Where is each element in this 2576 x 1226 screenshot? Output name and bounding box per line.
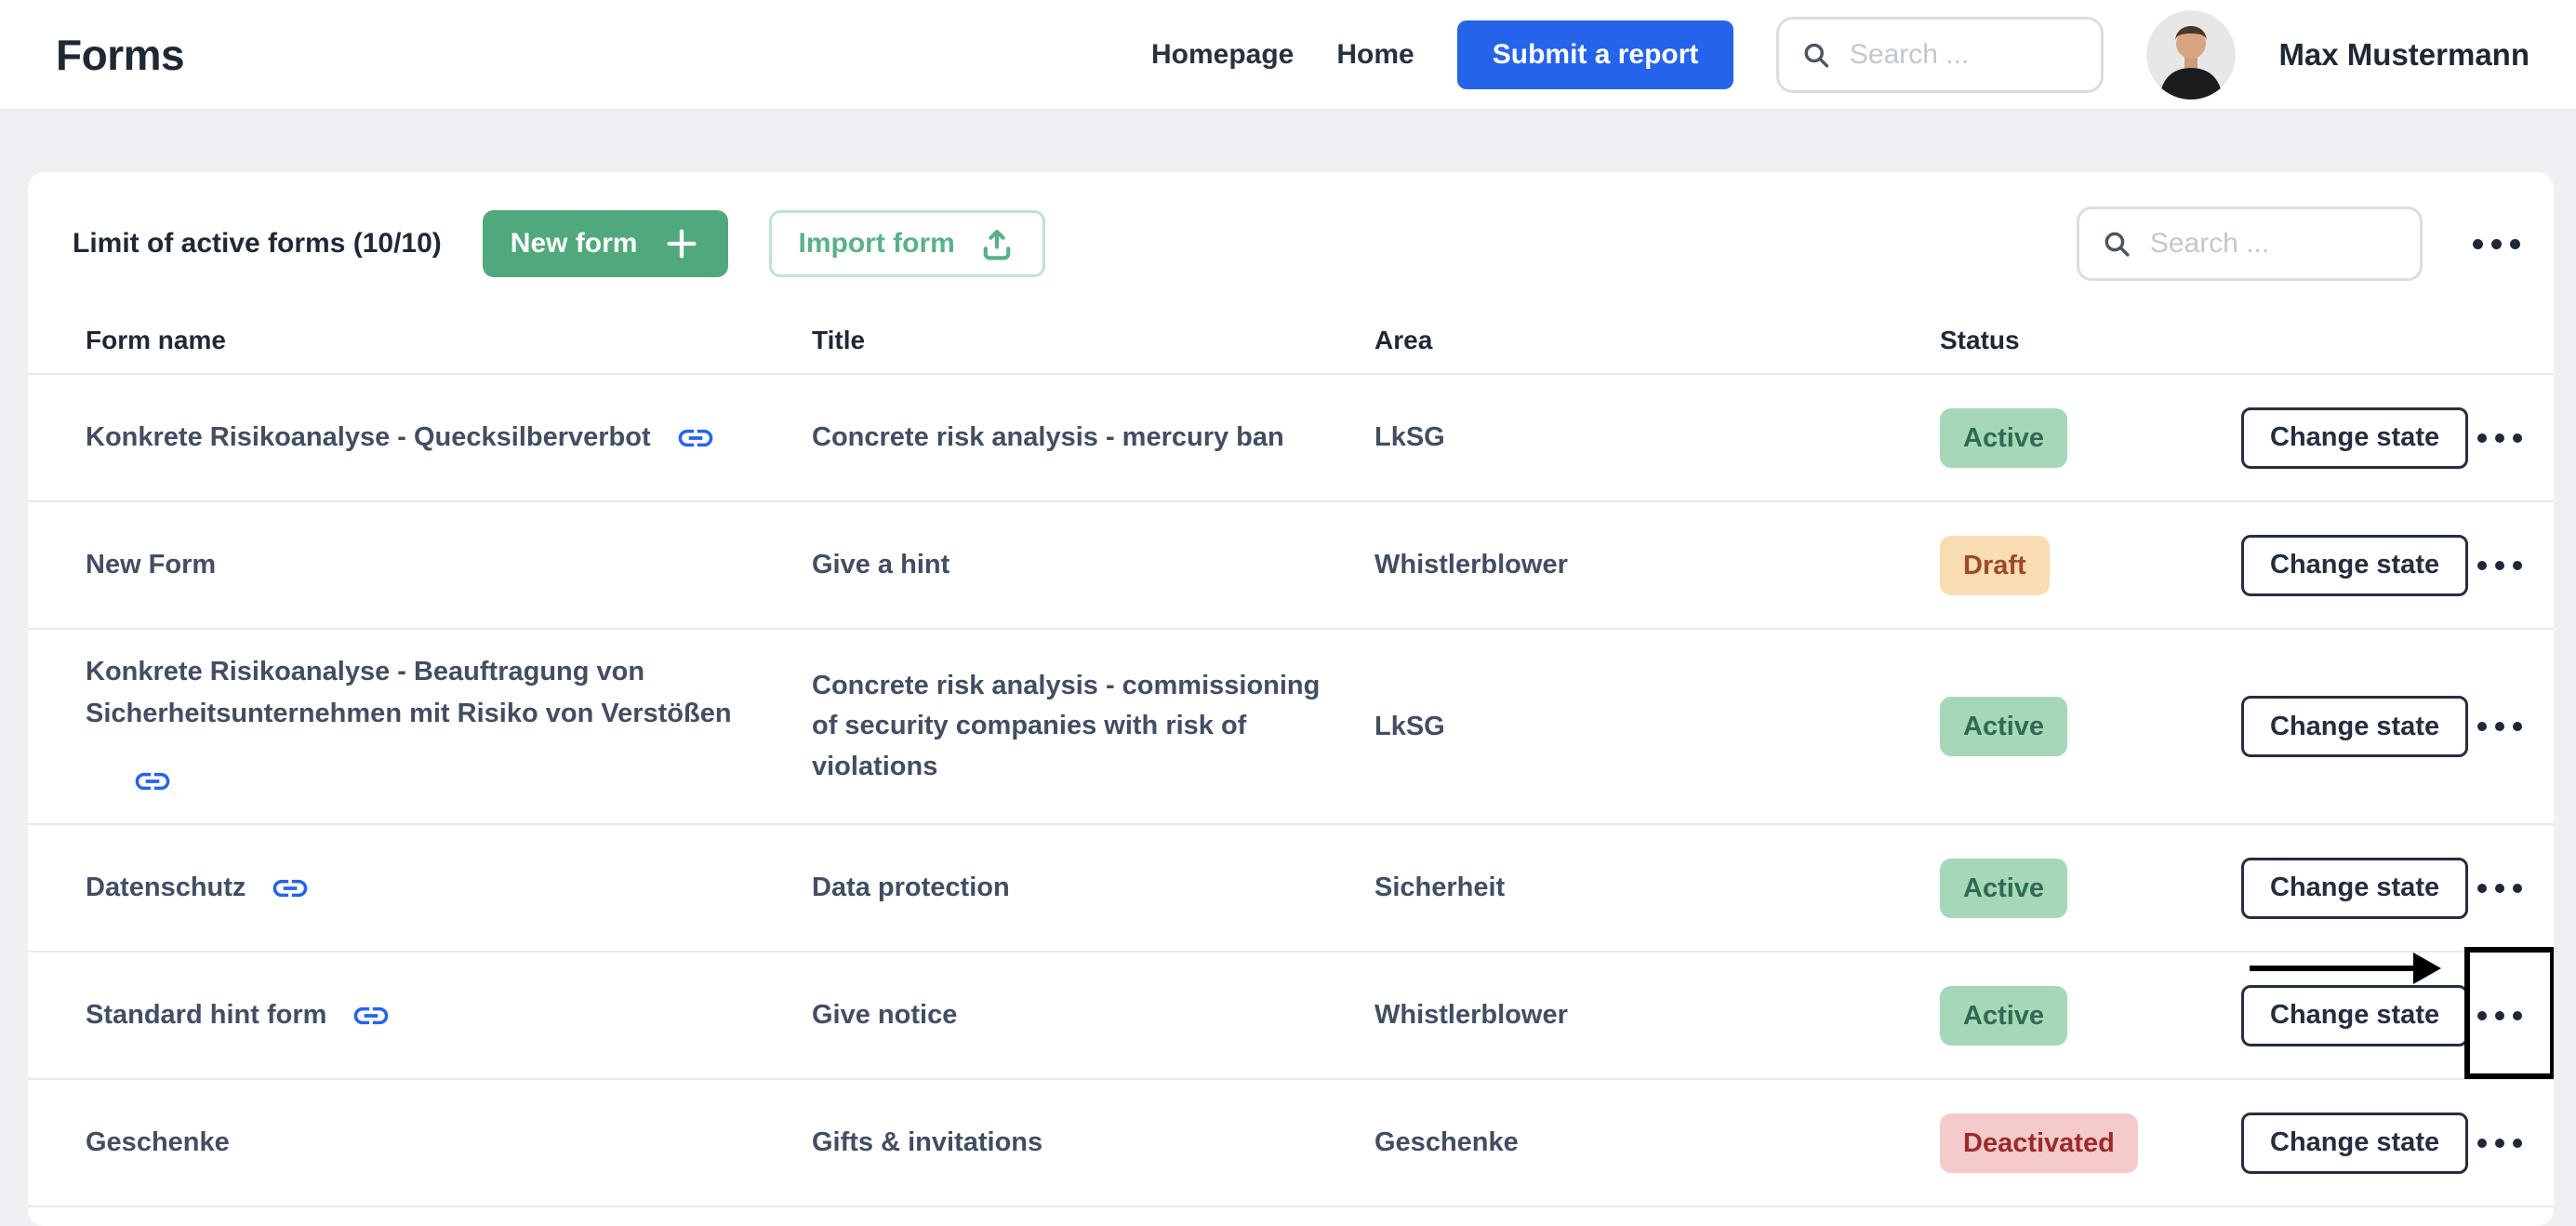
table-body: Konkrete Risikoanalyse - Quecksilberverb… — [28, 375, 2554, 1207]
form-name-cell: Standard hint form — [86, 994, 812, 1036]
nav-home[interactable]: Home — [1336, 39, 1414, 71]
avatar[interactable] — [2146, 10, 2236, 100]
link-icon — [270, 868, 311, 909]
table-row: Standard hint form Give noticeWhistlerblo… — [28, 953, 2554, 1080]
form-name-cell: Konkrete Risikoanalyse - Beauftragung vo… — [86, 651, 812, 802]
annotation-arrow — [2250, 953, 2441, 984]
col-status: Status — [1940, 326, 2241, 355]
form-area: LkSG — [1374, 712, 1940, 742]
form-area: Sicherheit — [1374, 873, 1940, 903]
table-header: Form name Title Area Status — [28, 308, 2554, 375]
table-row: Konkrete Risikoanalyse - Beauftragung vo… — [28, 630, 2554, 825]
active-forms-limit-label: Limit of active forms (10/10) — [73, 228, 442, 260]
forms-toolbar: Limit of active forms (10/10) New form I… — [28, 172, 2554, 276]
global-search-input[interactable] — [1850, 39, 2079, 71]
toolbar-menu-button[interactable] — [2463, 230, 2530, 259]
upload-icon — [977, 224, 1016, 263]
form-name-cell: New Form — [86, 544, 812, 586]
plus-icon — [663, 225, 700, 262]
form-title: Gifts & invitations — [812, 1123, 1374, 1164]
col-form-name: Form name — [86, 326, 812, 355]
change-state-button[interactable]: Change state — [2241, 535, 2468, 596]
form-title: Give a hint — [812, 545, 1374, 586]
nav-homepage[interactable]: Homepage — [1151, 39, 1294, 71]
form-link-button[interactable] — [351, 995, 392, 1036]
new-form-button[interactable]: New form — [483, 210, 729, 277]
change-state-button[interactable]: Change state — [2241, 696, 2468, 757]
form-link-button[interactable] — [675, 418, 716, 459]
form-title: Concrete risk analysis - mercury ban — [812, 418, 1374, 459]
link-icon — [675, 418, 716, 459]
status-badge: Active — [1940, 697, 2067, 756]
table-row: GeschenkeGifts & invitationsGeschenkeDea… — [28, 1080, 2554, 1207]
status-badge: Active — [1940, 986, 2067, 1046]
form-area: LkSG — [1374, 422, 1940, 453]
form-name: New Form — [86, 544, 216, 586]
row-menu-button[interactable] — [2468, 713, 2531, 740]
col-area: Area — [1374, 326, 1940, 355]
global-search[interactable] — [1776, 17, 2104, 93]
form-area: Whistlerblower — [1374, 550, 1940, 580]
table-row: New Form Give a hintWhistlerblowerDraft Ch… — [28, 502, 2554, 630]
table-search[interactable] — [2077, 207, 2423, 281]
table-row: Konkrete Risikoanalyse - Quecksilberverb… — [28, 375, 2554, 502]
row-menu-button[interactable] — [2468, 1129, 2531, 1157]
form-title: Data protection — [812, 868, 1374, 909]
status-badge: Active — [1940, 859, 2067, 918]
status-badge: Draft — [1940, 536, 2050, 595]
form-area: Whistlerblower — [1374, 1000, 1940, 1031]
form-area: Geschenke — [1374, 1127, 1940, 1158]
form-link-button[interactable] — [270, 868, 311, 909]
page-body: Limit of active forms (10/10) New form I… — [0, 110, 2576, 1226]
change-state-button[interactable]: Change state — [2241, 985, 2468, 1046]
table-search-input[interactable] — [2150, 228, 2397, 260]
form-name: Konkrete Risikoanalyse - Beauftragung vo… — [86, 651, 747, 735]
row-menu-button[interactable] — [2468, 874, 2531, 902]
form-title: Concrete risk analysis - commissioning o… — [812, 666, 1374, 788]
change-state-button[interactable]: Change state — [2241, 858, 2468, 919]
form-name: Datenschutz — [86, 867, 246, 909]
submit-report-button[interactable]: Submit a report — [1457, 20, 1734, 89]
form-name-cell: Datenschutz — [86, 867, 812, 909]
form-name-cell: Konkrete Risikoanalyse - Quecksilberverb… — [86, 417, 812, 459]
row-menu-button[interactable] — [2468, 424, 2531, 452]
change-state-button[interactable]: Change state — [2241, 407, 2468, 469]
form-name: Geschenke — [86, 1122, 230, 1164]
import-form-button[interactable]: Import form — [769, 210, 1044, 277]
new-form-label: New form — [511, 228, 638, 260]
row-menu-button[interactable] — [2468, 552, 2531, 580]
search-icon — [1801, 37, 1830, 73]
search-icon — [2102, 226, 2131, 261]
import-form-label: Import form — [798, 228, 954, 260]
status-badge: Deactivated — [1940, 1113, 2138, 1173]
forms-card: Limit of active forms (10/10) New form I… — [28, 172, 2554, 1226]
form-name-cell: Geschenke — [86, 1122, 812, 1164]
link-icon — [351, 995, 392, 1036]
form-name: Standard hint form — [86, 994, 326, 1036]
col-title: Title — [812, 326, 1374, 355]
form-link-button[interactable] — [132, 761, 173, 802]
row-menu-button[interactable] — [2468, 1002, 2531, 1030]
top-bar: Forms Homepage Home Submit a report — [0, 0, 2576, 110]
change-state-button[interactable]: Change state — [2241, 1113, 2468, 1174]
top-bar-nav: Homepage Home Submit a report Max Muster… — [1151, 10, 2530, 100]
form-title: Give notice — [812, 995, 1374, 1036]
form-name: Konkrete Risikoanalyse - Quecksilberverb… — [86, 417, 651, 459]
status-badge: Active — [1940, 408, 2067, 468]
user-name: Max Mustermann — [2278, 37, 2530, 73]
page-title: Forms — [56, 30, 184, 80]
table-row: Datenschutz Data protectionSicherheitActi… — [28, 825, 2554, 953]
link-icon — [132, 761, 173, 802]
